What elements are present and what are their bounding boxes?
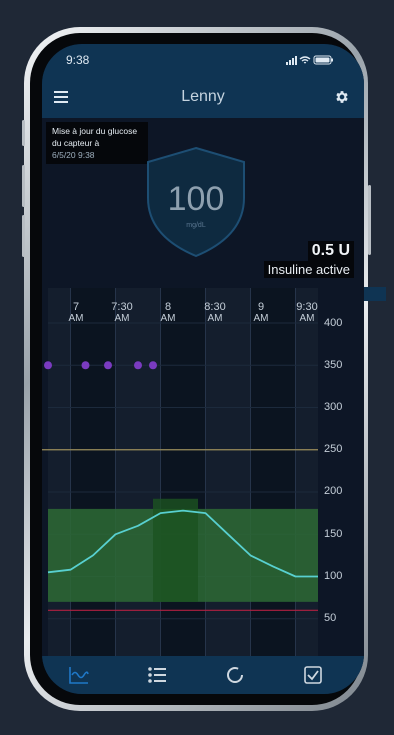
volume-down-button <box>22 215 25 257</box>
glucose-value: 100 <box>167 180 225 218</box>
active-insulin-label: Insuline active <box>263 261 354 278</box>
edge-tab <box>364 287 386 301</box>
chart-icon[interactable] <box>68 664 90 686</box>
main-content: Mise à jour du glucose du capteur à 6/5/… <box>42 118 364 656</box>
signal-icon <box>286 56 297 65</box>
time-label: 7 AM <box>68 301 84 324</box>
active-insulin-amount: 0.5 U <box>307 241 354 261</box>
time-label: 8 AM <box>160 301 176 324</box>
y-tick-label: 200 <box>324 485 343 497</box>
y-tick-label: 150 <box>324 528 343 540</box>
bolus-marker <box>149 361 157 370</box>
y-tick-label: 100 <box>324 570 343 582</box>
bolus-marker <box>81 361 90 370</box>
y-tick-label: 300 <box>324 401 343 413</box>
app-header: Lenny <box>42 76 364 118</box>
time-label: 7:30 AM <box>111 301 133 324</box>
gear-icon[interactable] <box>334 89 350 105</box>
bolus-marker <box>104 361 112 370</box>
sensor-update-tooltip: Mise à jour du glucose du capteur à 6/5/… <box>46 122 148 164</box>
page-title: Lenny <box>181 88 225 105</box>
time-label: 8:30 AM <box>204 301 226 324</box>
mute-switch <box>22 120 25 146</box>
tab-bar <box>42 656 364 694</box>
status-time: 9:38 <box>66 53 90 67</box>
y-tick-label: 250 <box>324 443 343 455</box>
bolus-marker <box>134 361 142 370</box>
y-tick-label: 350 <box>324 359 343 371</box>
list-icon[interactable] <box>146 664 168 686</box>
time-label: 9:30 AM <box>296 301 318 324</box>
sensor-update-text: Mise à jour du glucose du capteur à <box>52 126 138 148</box>
phone-screen: 9:38 Lenny Mise à jour du glucose du cap… <box>42 44 364 694</box>
circle-icon[interactable] <box>224 664 246 686</box>
time-label: 9 AM <box>253 301 269 324</box>
bolus-marker <box>44 361 52 370</box>
glucose-chart[interactable]: 7 AM 7:30 AM 8 AM 8:30 AM 9 AM 9:30 AM 400 350… <box>42 288 364 656</box>
wifi-icon <box>299 56 311 64</box>
y-tick-label: 50 <box>324 612 337 624</box>
status-bar: 9:38 <box>42 44 364 76</box>
status-icons <box>286 55 333 65</box>
glucose-unit: mg/dL <box>186 222 206 229</box>
volume-up-button <box>22 165 25 207</box>
glucose-chart-canvas <box>42 288 318 656</box>
checkbox-icon[interactable] <box>302 664 324 686</box>
sensor-update-date: 6/5/20 9:38 <box>52 150 95 160</box>
power-button <box>368 185 371 255</box>
y-tick-label: 400 <box>324 317 343 329</box>
